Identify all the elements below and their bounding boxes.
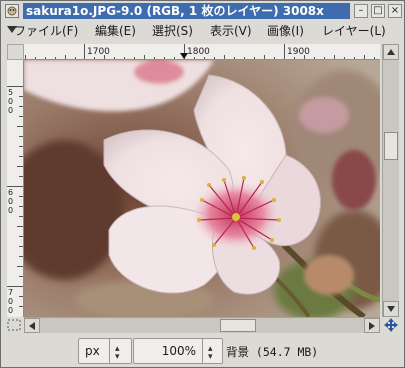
horizontal-ruler-ticks: 1700 1800 1900: [25, 44, 375, 59]
hruler-label-1700: 1700: [87, 47, 110, 57]
image-window: sakura1o.JPG-9.0 (RGB, 1 枚のレイヤー) 3008x –…: [0, 0, 405, 368]
scroll-right-button[interactable]: [364, 318, 380, 333]
horizontal-ruler[interactable]: 1700 1800 1900: [24, 44, 380, 60]
horizontal-scrollbar[interactable]: [24, 317, 380, 333]
vertical-scrollbar[interactable]: [382, 44, 399, 317]
unit-updown-icon: ▴ ▾: [115, 344, 120, 362]
minimize-button[interactable]: –: [354, 4, 368, 18]
image-canvas[interactable]: [24, 60, 380, 317]
vruler-label-500: 500: [8, 88, 14, 115]
vertical-ruler[interactable]: 500 600 700: [7, 60, 24, 317]
menu-select[interactable]: 選択(S): [152, 23, 193, 40]
menu-layer[interactable]: レイヤー(L): [322, 23, 386, 40]
arrow-down-icon: [387, 306, 395, 312]
app-icon[interactable]: [5, 4, 19, 18]
close-button[interactable]: ×: [388, 4, 402, 18]
zoom-updown-icon: ▴ ▾: [208, 344, 213, 362]
layer-info: 背景 (54.7 MB): [226, 345, 319, 359]
menu-image[interactable]: 画像(I): [267, 23, 304, 40]
close-icon: ×: [390, 5, 400, 16]
title-bar[interactable]: sakura1o.JPG-9.0 (RGB, 1 枚のレイヤー) 3008x –…: [2, 2, 403, 20]
scroll-up-button[interactable]: [383, 44, 399, 60]
zoom-value: 100%: [161, 344, 196, 358]
maximize-button[interactable]: □: [371, 4, 385, 18]
scroll-left-button[interactable]: [24, 318, 40, 333]
arrow-left-icon: [29, 321, 35, 330]
hruler-label-1900: 1900: [287, 47, 310, 57]
unit-selector[interactable]: px ▴ ▾: [78, 338, 132, 364]
status-bar: px ▴ ▾ 100% ▴ ▾ 背景 (54.7 MB): [2, 335, 403, 367]
zoom-selector[interactable]: 100% ▴ ▾: [133, 338, 223, 364]
hruler-label-1800: 1800: [187, 47, 210, 57]
navigate-icon[interactable]: [384, 318, 398, 332]
arrow-right-icon: [369, 321, 375, 330]
vruler-label-600: 600: [8, 188, 14, 215]
menu-file[interactable]: ファイル(F): [14, 23, 78, 40]
arrow-up-icon: [387, 49, 395, 55]
unit-value: px: [85, 344, 100, 358]
scroll-down-button[interactable]: [383, 301, 399, 317]
vruler-label-700: 700: [8, 288, 14, 315]
maximize-icon: □: [373, 5, 383, 16]
menu-bar: ファイル(F) 編集(E) 選択(S) 表示(V) 画像(I) レイヤー(L): [2, 21, 403, 42]
minimize-icon: –: [358, 5, 364, 16]
vertical-scroll-thumb[interactable]: [384, 132, 398, 160]
menu-edit[interactable]: 編集(E): [95, 23, 136, 40]
window-title: sakura1o.JPG-9.0 (RGB, 1 枚のレイヤー) 3008x: [23, 3, 350, 19]
quick-mask-icon[interactable]: [7, 319, 21, 331]
ruler-corner[interactable]: [7, 44, 24, 60]
menu-view[interactable]: 表示(V): [210, 23, 252, 40]
sakura-photo: [24, 60, 380, 317]
horizontal-scroll-thumb[interactable]: [220, 319, 256, 332]
